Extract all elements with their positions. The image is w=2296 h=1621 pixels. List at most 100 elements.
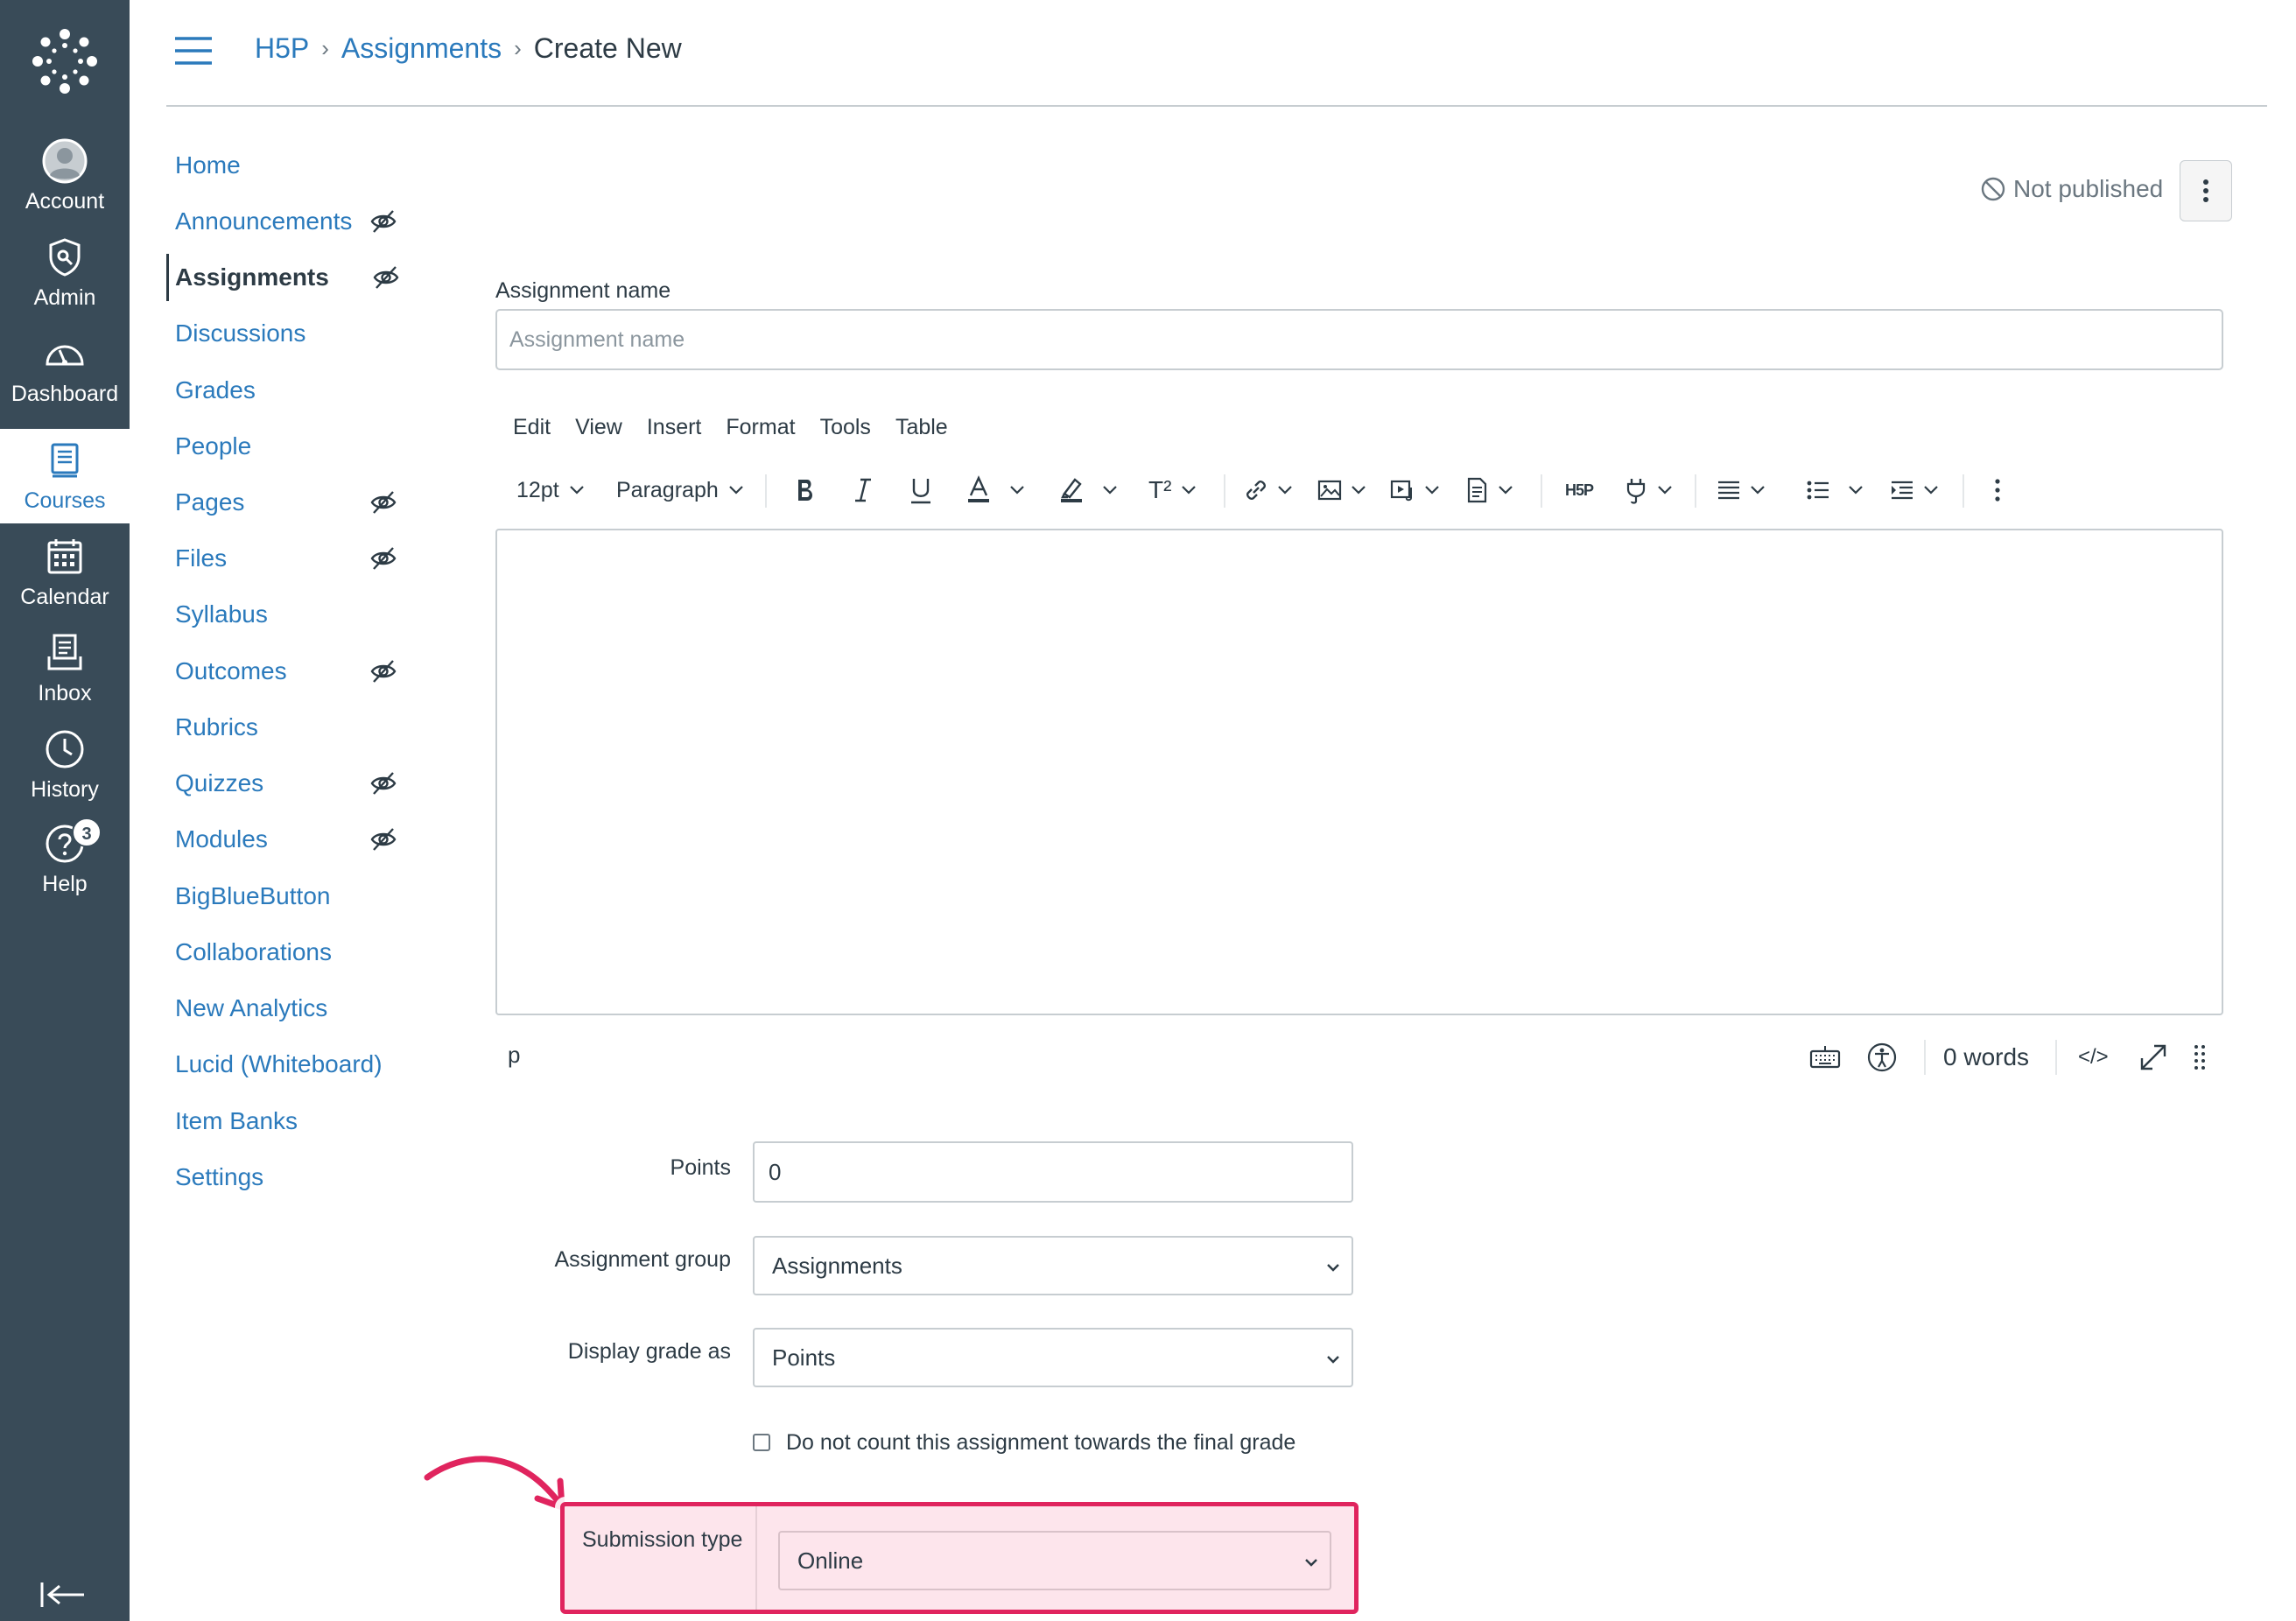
more-options-button[interactable] [2180,160,2232,221]
html-editor-toggle[interactable]: </> [2078,1040,2109,1075]
italic-icon [855,478,871,502]
assignment-name-input[interactable] [495,309,2223,370]
underline-icon [911,479,930,504]
course-nav-discussions[interactable]: Discussions [166,310,429,357]
indent-button[interactable] [1887,464,1940,516]
statusbar-divider [2055,1040,2057,1075]
global-nav-help[interactable]: 3 Help [0,812,130,907]
submission-type-select[interactable]: Online [778,1531,1331,1590]
accessibility-checker-button[interactable] [1866,1040,1898,1075]
no-count-checkbox[interactable] [753,1434,770,1451]
display-grade-select[interactable]: Points [753,1328,1353,1387]
menu-table[interactable]: Table [895,415,948,446]
course-nav-files[interactable]: Files [166,535,429,582]
breadcrumb-course-link[interactable]: H5P [255,32,309,65]
word-count[interactable]: 0 words [1943,1040,2029,1075]
element-path[interactable]: p [508,1042,520,1069]
course-nav-label: Collaborations [175,938,332,965]
canvas-logo-icon[interactable] [30,26,100,96]
document-button[interactable] [1462,464,1514,516]
hamburger-menu-icon[interactable] [172,33,215,68]
course-nav-item-banks[interactable]: Item Banks [166,1098,429,1145]
list-button[interactable] [1803,464,1864,516]
course-nav-pages[interactable]: Pages [166,479,429,526]
global-nav-label: Admin [33,285,96,310]
superscript-button[interactable]: T² [1148,464,1197,516]
course-nav-label: Files [175,544,228,572]
course-nav-bigbluebutton[interactable]: BigBlueButton [166,873,429,920]
media-button[interactable] [1388,464,1441,516]
italic-button[interactable] [847,464,879,516]
publish-status: Not published [1980,172,2163,207]
h5p-button[interactable]: H5P [1565,464,1594,516]
course-nav-rubrics[interactable]: Rubrics [166,704,429,751]
toolbar-divider [1962,474,1964,508]
text-color-button[interactable] [963,464,1026,516]
fullscreen-button[interactable] [2138,1040,2169,1075]
course-nav-home[interactable]: Home [166,142,429,189]
global-nav-dashboard[interactable]: Dashboard [0,322,130,417]
global-nav-label: Courses [24,488,106,513]
underline-button[interactable] [905,464,937,516]
course-nav-new-analytics[interactable]: New Analytics [166,985,429,1032]
chevron-down-icon [1352,486,1366,495]
course-nav-label: Quizzes [175,769,264,796]
course-nav-label: Announcements [175,207,353,235]
chevron-down-icon [1327,1356,1339,1364]
global-nav-label: Help [42,872,88,896]
course-nav-lucid[interactable]: Lucid (Whiteboard) [166,1041,429,1088]
menu-tools[interactable]: Tools [820,415,871,446]
course-nav-label: Discussions [175,319,306,347]
course-nav-label: Lucid (Whiteboard) [175,1050,383,1077]
menu-format[interactable]: Format [726,415,795,446]
global-nav-calendar[interactable]: Calendar [0,525,130,620]
global-nav-courses[interactable]: Courses [0,429,130,523]
course-nav-outcomes[interactable]: Outcomes [166,648,429,695]
menu-edit[interactable]: Edit [513,415,551,446]
points-label: Points [670,1155,731,1180]
align-button[interactable] [1714,464,1766,516]
image-button[interactable] [1315,464,1367,516]
dashboard-gauge-icon [46,345,84,366]
unpublished-icon [1981,177,2005,201]
course-nav-quizzes[interactable]: Quizzes [166,760,429,807]
course-nav-announcements[interactable]: Announcements [166,198,429,245]
course-nav-people[interactable]: People [166,423,429,470]
course-nav-collaborations[interactable]: Collaborations [166,929,429,976]
points-input[interactable]: 0 [753,1141,1353,1203]
font-size-dropdown[interactable]: 12pt [516,464,586,516]
global-nav-account[interactable]: Account [0,130,130,224]
menu-insert[interactable]: Insert [647,415,702,446]
course-nav-label: New Analytics [175,994,328,1021]
course-nav-settings[interactable]: Settings [166,1154,429,1201]
assignment-group-select[interactable]: Assignments [753,1236,1353,1295]
display-grade-value: Points [772,1344,836,1371]
highlight-color-button[interactable] [1056,464,1119,516]
global-nav-inbox[interactable]: Inbox [0,621,130,716]
menu-view[interactable]: View [575,415,622,446]
keyboard-icon [1809,1046,1841,1069]
course-nav-modules[interactable]: Modules [166,816,429,863]
inbox-icon [47,634,82,670]
breadcrumb-assignments-link[interactable]: Assignments [341,32,502,65]
link-button[interactable] [1241,464,1294,516]
apps-plug-button[interactable] [1621,464,1674,516]
chevron-down-icon [1278,486,1292,495]
course-nav-assignments[interactable]: Assignments [166,254,429,301]
keyboard-shortcuts-button[interactable] [1808,1040,1842,1075]
no-count-checkbox-row[interactable]: Do not count this assignment towards the… [753,1427,1295,1458]
bold-button[interactable] [790,464,821,516]
course-nav-syllabus[interactable]: Syllabus [166,591,429,638]
toolbar-more-button[interactable] [1994,464,2001,516]
course-nav-label: Settings [175,1163,264,1190]
global-nav-history[interactable]: History [0,718,130,812]
course-nav-label: Assignments [175,263,329,291]
collapse-nav-icon[interactable] [39,1579,91,1610]
course-nav-grades[interactable]: Grades [166,367,429,414]
chevron-down-icon [1305,1559,1317,1567]
editor-content-area[interactable] [495,529,2223,1015]
global-nav-admin[interactable]: Admin [0,226,130,320]
resize-handle[interactable] [2194,1040,2206,1075]
chevron-down-icon [1103,486,1117,495]
block-format-dropdown[interactable]: Paragraph [616,464,745,516]
